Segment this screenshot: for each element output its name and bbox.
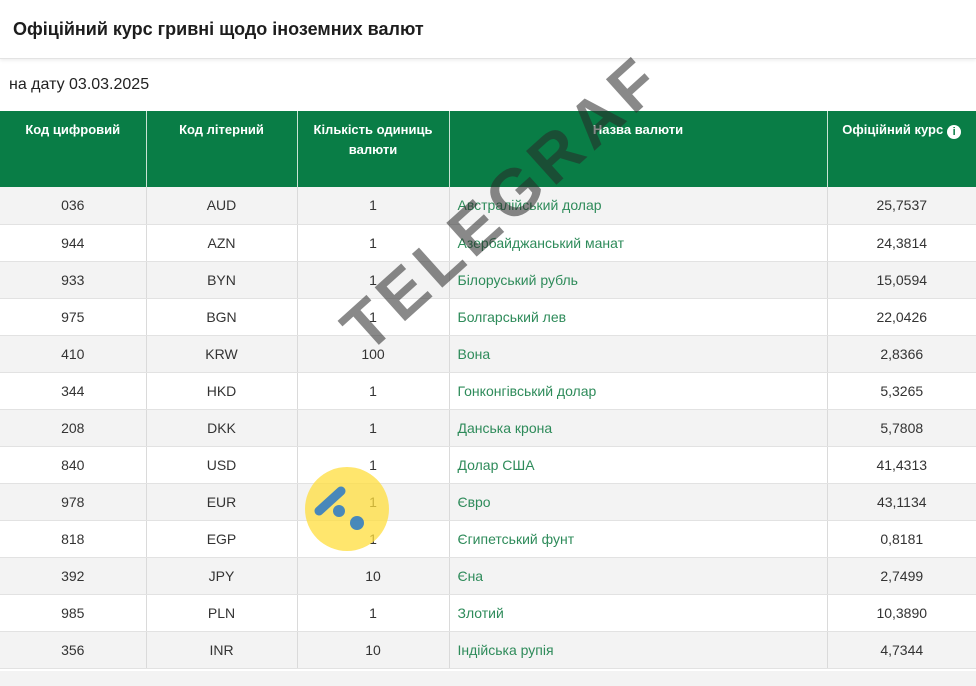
cell-units: 1 [297, 372, 450, 410]
cell-units: 10 [297, 557, 450, 595]
cell-code-num: 840 [0, 446, 147, 484]
date-label: на дату 03.03.2025 [9, 76, 150, 93]
cell-units: 1 [297, 298, 450, 336]
cell-rate: 5,3265 [827, 372, 976, 410]
table-row: 978EUR1Євро43,1134 [0, 483, 976, 521]
table-row: 208 DKK 1 Данська крона 5,7808 [0, 409, 976, 447]
page: Офіційний курс гривні щодо іноземних вал… [0, 0, 976, 686]
currency-name-link[interactable]: Долар США [449, 446, 828, 484]
table-row: 818EGP1Єгипетський фунт0,8181 [0, 520, 976, 558]
table-row: 975 BGN 1 Болгарський лев 22,0426 [0, 298, 976, 336]
bottom-strip [0, 671, 976, 686]
cell-code-num: 356 [0, 631, 147, 669]
currency-name-link[interactable]: Вона [449, 335, 828, 373]
cell-units: 1 [297, 594, 450, 632]
currency-name-link[interactable]: Євро [449, 483, 828, 521]
cell-code-num: 975 [0, 298, 147, 336]
cell-code-alpha: JPY [146, 557, 298, 595]
table-header-row: Код цифровий Код літерний Кількість один… [0, 111, 976, 187]
currency-name-link[interactable]: Єна [449, 557, 828, 595]
cell-units: 10 [297, 631, 450, 669]
currency-name-link[interactable]: Злотий [449, 594, 828, 632]
table-row: 840 USD 1 Долар США 41,4313 [0, 446, 976, 484]
table-row: 344 HKD 1 Гонконгівський долар 5,3265 [0, 372, 976, 410]
table-row: 410 KRW 100 Вона 2,8366 [0, 335, 976, 373]
cell-units: 1 [297, 187, 450, 225]
currency-name-link[interactable]: Азербайджанський манат [449, 224, 828, 262]
currency-name-link[interactable]: Індійська рупія [449, 631, 828, 669]
cell-code-num: 344 [0, 372, 147, 410]
cell-units: 1 [297, 409, 450, 447]
table-row: 944 AZN 1 Азербайджанський манат 24,3814 [0, 224, 976, 262]
table-row: 392 JPY 10 Єна 2,7499 [0, 557, 976, 595]
cell-rate: 22,0426 [827, 298, 976, 336]
cell-code-alpha: INR [146, 631, 298, 669]
cell-code-num: 978 [0, 483, 147, 521]
table-row: 985 PLN 1 Злотий 10,3890 [0, 594, 976, 632]
cell-rate: 2,7499 [827, 557, 976, 595]
cell-code-alpha: BYN [146, 261, 298, 299]
cell-rate: 10,3890 [827, 594, 976, 632]
currency-name-link[interactable]: Болгарський лев [449, 298, 828, 336]
cell-code-num: 208 [0, 409, 147, 447]
cell-code-num: 944 [0, 224, 147, 262]
cell-rate: 0,8181 [827, 520, 976, 558]
cell-rate: 2,8366 [827, 335, 976, 373]
cell-rate: 24,3814 [827, 224, 976, 262]
cell-code-alpha: HKD [146, 372, 298, 410]
cell-code-alpha: EGP [146, 520, 298, 558]
cell-rate: 41,4313 [827, 446, 976, 484]
cell-code-num: 933 [0, 261, 147, 299]
cell-rate: 5,7808 [827, 409, 976, 447]
cell-code-alpha: DKK [146, 409, 298, 447]
cell-units: 1 [297, 224, 450, 262]
table-row: 356 INR 10 Індійська рупія 4,7344 [0, 631, 976, 669]
cell-code-alpha: EUR [146, 483, 298, 521]
column-header-name[interactable]: Назва валюти [449, 111, 828, 187]
column-header-code-alpha[interactable]: Код літерний [146, 111, 298, 187]
cell-code-num: 392 [0, 557, 147, 595]
cell-code-alpha: AUD [146, 187, 298, 225]
header-bar: Офіційний курс гривні щодо іноземних вал… [0, 0, 976, 59]
table-row: 933 BYN 1 Білоруський рубль 15,0594 [0, 261, 976, 299]
cell-rate: 15,0594 [827, 261, 976, 299]
column-header-units[interactable]: Кількість одиниць валюти [297, 111, 450, 187]
cell-code-alpha: AZN [146, 224, 298, 262]
currency-name-link[interactable]: Білоруський рубль [449, 261, 828, 299]
cell-code-num: 985 [0, 594, 147, 632]
cell-code-num: 036 [0, 187, 147, 225]
exchange-rates-table: Код цифровий Код літерний Кількість один… [0, 111, 976, 669]
cell-code-num: 818 [0, 520, 147, 558]
cell-units: 1 [297, 261, 450, 299]
cell-rate: 4,7344 [827, 631, 976, 669]
cell-rate: 25,7537 [827, 187, 976, 225]
column-header-code-num[interactable]: Код цифровий [0, 111, 147, 187]
cell-code-alpha: BGN [146, 298, 298, 336]
telegraf-logo-icon [305, 467, 389, 551]
cell-code-alpha: KRW [146, 335, 298, 373]
cell-code-alpha: USD [146, 446, 298, 484]
currency-name-link[interactable]: Данська крона [449, 409, 828, 447]
currency-name-link[interactable]: Гонконгівський долар [449, 372, 828, 410]
cell-units: 100 [297, 335, 450, 373]
column-header-rate[interactable]: Офіційний курс i [827, 111, 976, 187]
currency-name-link[interactable]: Австралійський долар [449, 187, 828, 225]
cell-code-alpha: PLN [146, 594, 298, 632]
cell-rate: 43,1134 [827, 483, 976, 521]
page-title: Офіційний курс гривні щодо іноземних вал… [13, 18, 424, 39]
table-row: 036 AUD 1 Австралійський долар 25,7537 [0, 187, 976, 225]
currency-name-link[interactable]: Єгипетський фунт [449, 520, 828, 558]
info-icon[interactable]: i [947, 125, 962, 139]
cell-code-num: 410 [0, 335, 147, 373]
